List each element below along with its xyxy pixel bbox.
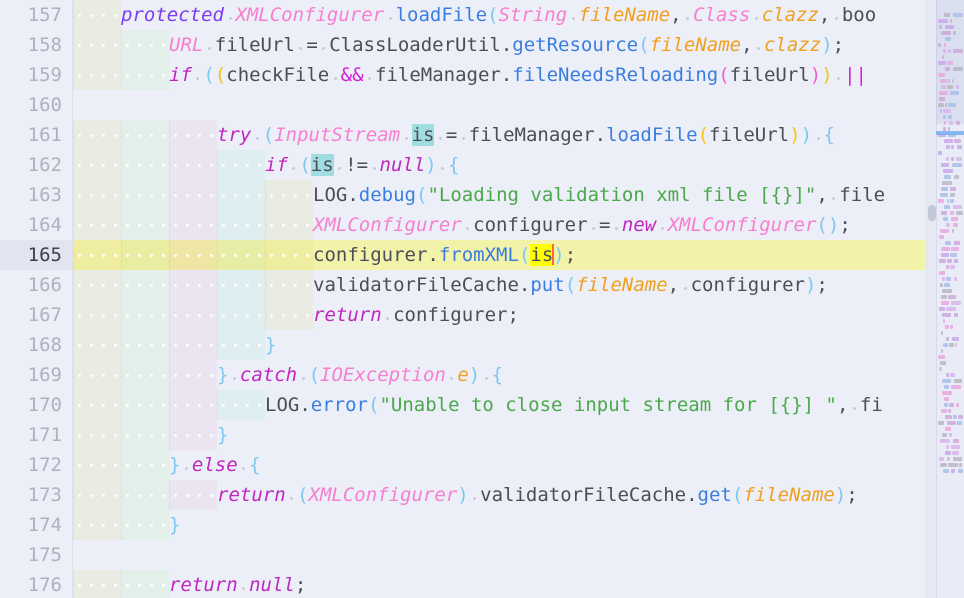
code-text: try (InputStream is = fileManager.loadFi… xyxy=(217,124,835,146)
line-number-164[interactable]: 164 xyxy=(0,210,72,240)
line-number-172[interactable]: 172 xyxy=(0,450,72,480)
line-number-158[interactable]: 158 xyxy=(0,30,72,60)
code-line-168[interactable]: } xyxy=(73,330,936,360)
code-text: protected XMLConfigurer loadFile(String … xyxy=(121,4,877,26)
code-text: URL fileUrl = ClassLoaderUtil.getResourc… xyxy=(169,34,845,56)
code-text: } else { xyxy=(169,454,261,476)
code-text: configurer.fromXML(is); xyxy=(313,244,577,266)
code-line-157[interactable]: protected XMLConfigurer loadFile(String … xyxy=(73,0,936,30)
line-number-170[interactable]: 170 xyxy=(0,390,72,420)
line-number-161[interactable]: 161 xyxy=(0,120,72,150)
code-text: LOG.debug("Loading validation xml file [… xyxy=(313,184,886,206)
code-content-area[interactable]: protected XMLConfigurer loadFile(String … xyxy=(73,0,936,598)
line-number-167[interactable]: 167 xyxy=(0,300,72,330)
code-editor[interactable]: 157 158 159 160 161 162 163 164 165 166 167 168 169 1… xyxy=(0,0,964,598)
code-text: } catch (IOException e) { xyxy=(217,364,504,386)
code-text: } xyxy=(265,334,277,356)
code-line-162[interactable]: if (is != null) { xyxy=(73,150,936,180)
vertical-scrollbar-thumb[interactable] xyxy=(928,205,936,221)
line-number-166[interactable]: 166 xyxy=(0,270,72,300)
code-text: return configurer; xyxy=(313,304,519,326)
line-number-gutter[interactable]: 157 158 159 160 161 162 163 164 165 166 167 168 169 1… xyxy=(0,0,73,598)
code-text: } xyxy=(169,514,181,536)
code-line-165[interactable]: configurer.fromXML(is); xyxy=(73,240,936,270)
code-line-170[interactable]: LOG.error("Unable to close input stream … xyxy=(73,390,936,420)
line-number-169[interactable]: 169 xyxy=(0,360,72,390)
line-number-175[interactable]: 175 xyxy=(0,540,72,570)
code-text: if ((checkFile && fileManager.fileNeedsR… xyxy=(169,64,867,86)
line-number-157[interactable]: 157 xyxy=(0,0,72,30)
code-text: if (is != null) { xyxy=(265,154,460,176)
code-text: validatorFileCache.put(fileName, configu… xyxy=(313,274,828,296)
code-line-164[interactable]: XMLConfigurer configurer = new XMLConfig… xyxy=(73,210,936,240)
code-line-161[interactable]: try (InputStream is = fileManager.loadFi… xyxy=(73,120,936,150)
line-number-173[interactable]: 173 xyxy=(0,480,72,510)
line-number-176[interactable]: 176 xyxy=(0,570,72,598)
line-number-162[interactable]: 162 xyxy=(0,150,72,180)
code-line-174[interactable]: } xyxy=(73,510,936,540)
code-line-169[interactable]: } catch (IOException e) { xyxy=(73,360,936,390)
code-line-159[interactable]: if ((checkFile && fileManager.fileNeedsR… xyxy=(73,60,936,90)
code-text: return null; xyxy=(169,574,307,596)
code-line-171[interactable]: } xyxy=(73,420,936,450)
code-text: LOG.error("Unable to close input stream … xyxy=(265,394,883,416)
line-number-160[interactable]: 160 xyxy=(0,90,72,120)
code-line-163[interactable]: LOG.debug("Loading validation xml file [… xyxy=(73,180,936,210)
code-line-175[interactable] xyxy=(73,540,936,570)
code-line-173[interactable]: return (XMLConfigurer) validatorFileCach… xyxy=(73,480,936,510)
code-line-172[interactable]: } else { xyxy=(73,450,936,480)
minimap[interactable] xyxy=(936,0,964,598)
code-line-158[interactable]: URL fileUrl = ClassLoaderUtil.getResourc… xyxy=(73,30,936,60)
code-line-167[interactable]: return configurer; xyxy=(73,300,936,330)
minimap-current-line-marker xyxy=(936,131,964,135)
code-line-176[interactable]: return null; xyxy=(73,570,936,598)
line-number-163[interactable]: 163 xyxy=(0,180,72,210)
line-number-168[interactable]: 168 xyxy=(0,330,72,360)
line-number-165[interactable]: 165 xyxy=(0,240,72,270)
code-line-160[interactable] xyxy=(73,90,936,120)
line-number-171[interactable]: 171 xyxy=(0,420,72,450)
code-text: } xyxy=(217,424,229,446)
line-number-174[interactable]: 174 xyxy=(0,510,72,540)
minimap-line xyxy=(936,486,964,492)
code-text: XMLConfigurer configurer = new XMLConfig… xyxy=(313,214,851,236)
code-text: return (XMLConfigurer) validatorFileCach… xyxy=(217,484,858,506)
vertical-scrollbar[interactable] xyxy=(926,0,936,598)
code-line-166[interactable]: validatorFileCache.put(fileName, configu… xyxy=(73,270,936,300)
line-number-159[interactable]: 159 xyxy=(0,60,72,90)
